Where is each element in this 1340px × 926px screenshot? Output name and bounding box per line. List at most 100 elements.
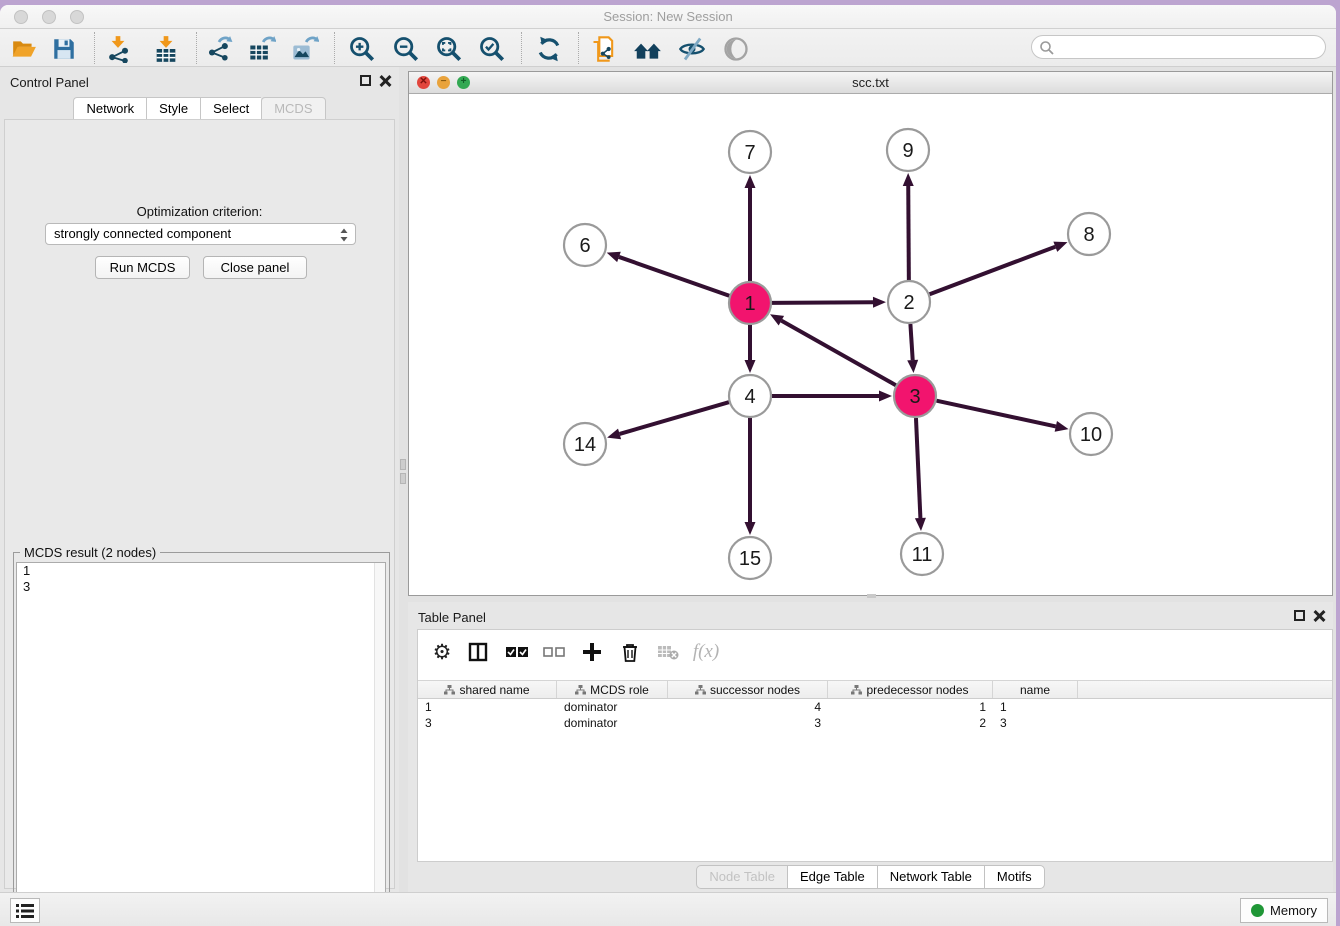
graph-edge-3-10[interactable] [937, 401, 1056, 427]
column-header-MCDS-role[interactable]: MCDS role [557, 681, 668, 698]
search-input[interactable] [1058, 37, 1318, 57]
hierarchy-icon [575, 685, 586, 695]
graph-edge-2-8[interactable] [930, 247, 1056, 295]
zoom-in-icon[interactable] [346, 33, 378, 65]
node-table-card: ⚙ [417, 629, 1333, 862]
column-header-shared-name[interactable]: shared name [418, 681, 557, 698]
node-label-3: 3 [909, 386, 920, 408]
table-settings-icon[interactable]: ⚙ [428, 638, 456, 666]
mcds-result-title: MCDS result (2 nodes) [20, 545, 160, 560]
export-image-icon[interactable] [289, 33, 321, 65]
node-label-6: 6 [579, 235, 590, 257]
table-cell: 2 [828, 715, 993, 731]
show-graphics-details-icon[interactable] [720, 33, 752, 65]
control-panel-float-icon[interactable] [360, 75, 371, 86]
tab-network[interactable]: Network [73, 97, 146, 121]
open-session-icon[interactable] [8, 33, 40, 65]
table-panel-header: Table Panel [408, 602, 1333, 628]
tab-mcds[interactable]: MCDS [261, 97, 325, 121]
hierarchy-icon [444, 685, 455, 695]
import-table-icon[interactable] [150, 33, 182, 65]
graph-edge-3-11[interactable] [916, 418, 920, 518]
export-network-icon[interactable] [203, 33, 235, 65]
table-panel-title: Table Panel [418, 610, 486, 625]
edge-arrowhead [1053, 242, 1067, 252]
save-session-icon[interactable] [48, 33, 80, 65]
result-scrollbar[interactable] [374, 563, 385, 923]
zoom-selected-icon[interactable] [476, 33, 508, 65]
graph-edge-4-14[interactable] [620, 402, 729, 434]
zoom-out-icon[interactable] [390, 33, 422, 65]
graph-edge-2-3[interactable] [910, 324, 912, 360]
node-label-11: 11 [912, 544, 933, 566]
show-columns-icon[interactable] [464, 638, 492, 666]
export-table-icon[interactable] [246, 33, 278, 65]
table-cell: 3 [668, 715, 828, 731]
node-table-body: 1dominator4113dominator323 [418, 699, 1332, 731]
panel-splitter[interactable] [399, 67, 408, 895]
network-resize-handle[interactable] [867, 594, 876, 598]
network-window-titlebar[interactable]: ✕ − + scc.txt [409, 72, 1332, 94]
column-header-successor-nodes[interactable]: successor nodes [668, 681, 828, 698]
table-cell: 1 [828, 699, 993, 715]
tab-edge-table[interactable]: Edge Table [787, 865, 877, 889]
node-label-4: 4 [744, 386, 755, 408]
table-panel-float-icon[interactable] [1294, 610, 1305, 621]
tab-select[interactable]: Select [200, 97, 261, 121]
node-label-8: 8 [1083, 224, 1094, 246]
tab-network-table[interactable]: Network Table [877, 865, 984, 889]
delete-columns-icon[interactable] [616, 638, 644, 666]
control-panel-header: Control Panel [0, 67, 399, 97]
tab-node-table[interactable]: Node Table [696, 865, 787, 889]
first-neighbors-icon[interactable] [632, 33, 664, 65]
graph-edge-2-9[interactable] [908, 186, 909, 280]
table-tabs: Node TableEdge TableNetwork TableMotifs [408, 865, 1333, 889]
edge-arrowhead [607, 252, 621, 262]
select-all-rows-icon[interactable] [503, 638, 531, 666]
mcds-result-lines: 13 [17, 563, 385, 595]
add-column-icon[interactable] [578, 638, 606, 666]
control-panel-tabs: NetworkStyleSelectMCDS [0, 97, 399, 121]
control-panel-title: Control Panel [10, 75, 89, 90]
graph-edge-3-1[interactable] [781, 321, 895, 386]
table-cell: 1 [993, 699, 1078, 715]
mcds-result-group: MCDS result (2 nodes) 13 [13, 552, 390, 926]
result-line: 1 [17, 563, 385, 579]
table-cell: 3 [418, 715, 557, 731]
zoom-fit-icon[interactable] [433, 33, 465, 65]
table-row[interactable]: 3dominator323 [418, 715, 1332, 731]
import-network-icon[interactable] [102, 33, 134, 65]
toolbar-separator [521, 32, 522, 64]
main-content: Control Panel NetworkStyleSelectMCDS Opt… [0, 67, 1336, 897]
graph-edge-1-2[interactable] [772, 302, 873, 303]
refresh-layout-icon[interactable] [533, 33, 565, 65]
duplicate-network-icon[interactable] [588, 33, 620, 65]
network-title: scc.txt [409, 75, 1332, 90]
table-row[interactable]: 1dominator411 [418, 699, 1332, 715]
graph-edge-1-6[interactable] [619, 257, 729, 296]
edge-arrowhead [745, 522, 756, 535]
table-panel-close-icon[interactable] [1313, 610, 1325, 622]
window-titlebar: Session: New Session [0, 5, 1336, 29]
hide-graphics-details-icon[interactable] [676, 33, 708, 65]
task-history-button[interactable] [10, 898, 40, 923]
mcds-result-text[interactable]: 13 [16, 562, 386, 924]
control-panel-close-icon[interactable] [379, 75, 391, 87]
mcds-panel: Optimization criterion: strongly connect… [4, 119, 395, 889]
criterion-dropdown[interactable]: strongly connected component [45, 223, 356, 245]
column-header-predecessor-nodes[interactable]: predecessor nodes [828, 681, 993, 698]
network-canvas[interactable]: 7968124314101511 [409, 94, 1332, 595]
deselect-all-rows-icon[interactable] [540, 638, 568, 666]
table-cell: dominator [557, 715, 668, 731]
memory-status-icon [1251, 904, 1264, 917]
result-line: 3 [17, 579, 385, 595]
window-title: Session: New Session [0, 9, 1336, 24]
memory-button[interactable]: Memory [1240, 898, 1328, 923]
close-panel-button[interactable]: Close panel [203, 256, 307, 279]
edge-arrowhead [1055, 421, 1069, 432]
toolbar-separator [94, 32, 95, 64]
column-header-name[interactable]: name [993, 681, 1078, 698]
run-mcds-button[interactable]: Run MCDS [95, 256, 190, 279]
tab-style[interactable]: Style [146, 97, 200, 121]
tab-motifs[interactable]: Motifs [984, 865, 1045, 889]
